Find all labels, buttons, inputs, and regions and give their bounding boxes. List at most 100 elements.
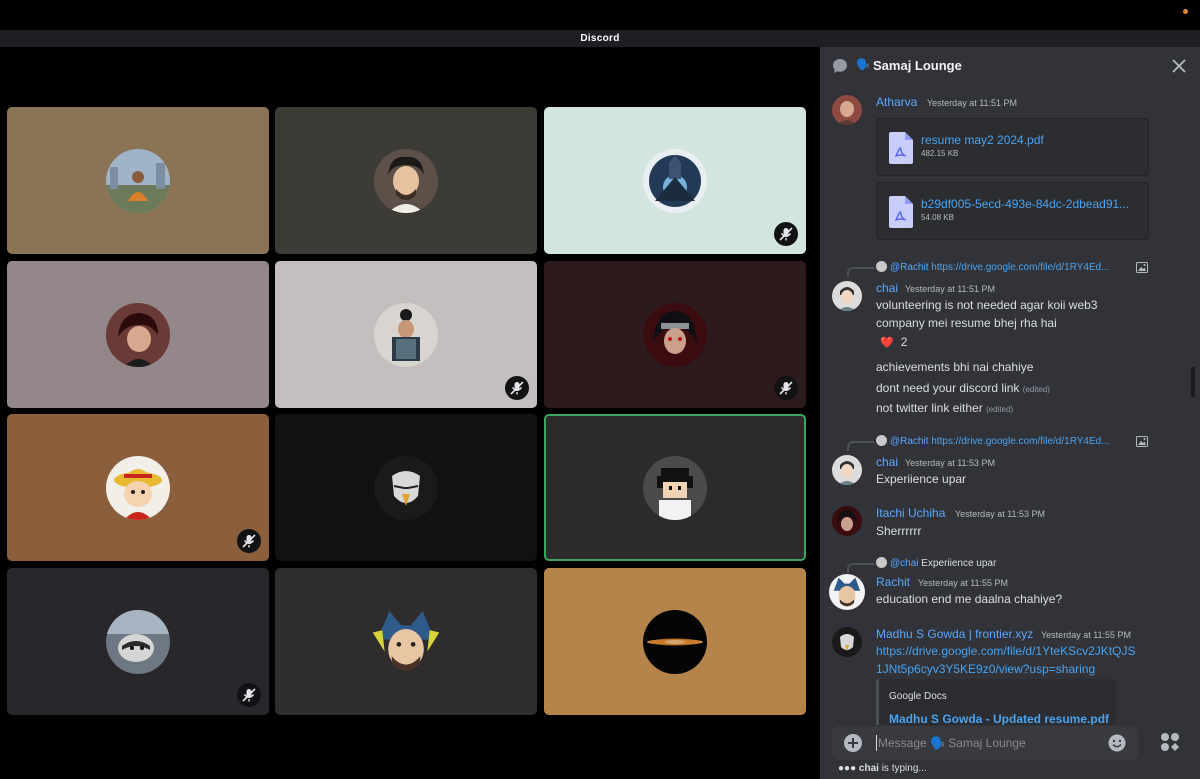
embed-provider: Google Docs bbox=[889, 691, 947, 702]
timestamp: Yesterday at 11:51 PM bbox=[905, 284, 996, 294]
message-list: Atharva Yesterday at 11:51 PM resume may… bbox=[820, 87, 1200, 725]
participant-tile[interactable] bbox=[7, 568, 269, 715]
pdf-file-icon bbox=[889, 132, 913, 164]
raccoon-avatar bbox=[106, 609, 170, 674]
message-body: not twitter link either bbox=[876, 401, 983, 415]
file-size: 54.08 KB bbox=[921, 213, 954, 222]
reply-connector bbox=[847, 267, 874, 277]
add-attachment-icon[interactable] bbox=[844, 734, 862, 752]
message-composer[interactable]: Message 🗣️ Samaj Lounge bbox=[832, 726, 1138, 760]
reply-preview[interactable]: @chai Experiience upar bbox=[876, 557, 996, 569]
participant-tile[interactable] bbox=[544, 107, 806, 254]
cartoon-man-avatar bbox=[374, 148, 438, 213]
participant-tile[interactable] bbox=[544, 261, 806, 408]
edited-tag: (edited) bbox=[986, 405, 1014, 414]
eagle-avatar bbox=[374, 455, 438, 520]
message-link[interactable]: https://drive.google.com/file/d/1YteKScv… bbox=[876, 644, 1135, 658]
reaction-heart[interactable]: ❤️ 2 bbox=[874, 332, 913, 352]
channel-name: Samaj Lounge bbox=[873, 58, 962, 73]
reply-connector bbox=[847, 563, 874, 573]
chat-panel: 🗣️ Samaj Lounge Atharva Yesterday at 11:… bbox=[820, 47, 1200, 779]
message-text: Sherrrrrr bbox=[876, 524, 922, 538]
timestamp: Yesterday at 11:55 PM bbox=[918, 578, 1009, 588]
participant-tile[interactable] bbox=[7, 414, 269, 561]
file-attachment[interactable]: b29df005-5ecd-493e-84dc-2dbead91... 54.0… bbox=[876, 182, 1149, 240]
participant-tile[interactable] bbox=[275, 568, 537, 715]
author-name[interactable]: Itachi Uchiha bbox=[876, 506, 945, 520]
typing-suffix: is typing... bbox=[881, 763, 927, 774]
avatar[interactable] bbox=[829, 574, 865, 610]
emoji-icon[interactable] bbox=[1108, 734, 1126, 752]
participant-tile[interactable] bbox=[275, 261, 537, 408]
person-book-avatar bbox=[374, 302, 438, 367]
message-text: Experiience upar bbox=[876, 472, 967, 486]
reply-author: @Rachit bbox=[890, 436, 929, 447]
message-link[interactable]: 1JNt5p6cyv3Y5KE9z0/view?usp=sharing bbox=[876, 662, 1095, 676]
rachit-mascot-avatar bbox=[368, 603, 444, 680]
message-text: education end me daalna chahiye? bbox=[876, 592, 1063, 606]
author-name[interactable]: Atharva bbox=[876, 95, 917, 109]
link-embed[interactable]: Google Docs Madhu S Gowda - Updated resu… bbox=[876, 679, 1116, 725]
close-icon[interactable] bbox=[1172, 59, 1186, 73]
reply-avatar bbox=[876, 435, 887, 446]
reply-preview[interactable]: @Rachit https://drive.google.com/file/d/… bbox=[876, 261, 1110, 273]
channel-emoji: 🗣️ bbox=[856, 59, 870, 71]
author-name[interactable]: chai bbox=[876, 455, 898, 469]
reply-avatar bbox=[876, 261, 887, 272]
timestamp: Yesterday at 11:55 PM bbox=[1041, 630, 1132, 640]
avatar[interactable] bbox=[832, 627, 862, 657]
author-name[interactable]: Rachit bbox=[876, 575, 910, 589]
participant-tile[interactable] bbox=[7, 107, 269, 254]
embed-title[interactable]: Madhu S Gowda - Updated resume.pdf bbox=[889, 712, 1109, 725]
image-icon bbox=[1136, 262, 1148, 273]
chat-header: 🗣️ Samaj Lounge bbox=[820, 47, 1200, 85]
avatar[interactable] bbox=[832, 455, 862, 485]
reply-text: https://drive.google.com/file/d/1RY4Ed..… bbox=[931, 262, 1110, 273]
message-text: dont need your discord link (edited) bbox=[876, 381, 1050, 395]
timestamp: Yesterday at 11:53 PM bbox=[905, 458, 996, 468]
edited-tag: (edited) bbox=[1022, 385, 1050, 394]
reply-connector bbox=[847, 441, 874, 451]
message-text: volunteering is not needed agar koii web… bbox=[876, 298, 1098, 312]
file-size: 482.15 KB bbox=[921, 149, 959, 158]
pdf-file-icon bbox=[889, 196, 913, 228]
participant-tile[interactable] bbox=[544, 568, 806, 715]
pixel-boy-avatar bbox=[643, 455, 707, 520]
participant-tile-speaking[interactable] bbox=[544, 414, 806, 561]
participant-tile[interactable] bbox=[275, 107, 537, 254]
reply-avatar bbox=[876, 557, 887, 568]
file-attachment[interactable]: resume may2 2024.pdf 482.15 KB bbox=[876, 118, 1149, 176]
eclipse-avatar bbox=[643, 609, 707, 674]
muted-mic-icon bbox=[505, 376, 529, 400]
muted-mic-icon bbox=[237, 529, 261, 553]
muted-mic-icon bbox=[774, 222, 798, 246]
message-input[interactable]: Message 🗣️ Samaj Lounge bbox=[878, 736, 1026, 750]
apps-icon[interactable] bbox=[1160, 732, 1180, 752]
person-city-avatar bbox=[106, 148, 170, 213]
avatar[interactable] bbox=[832, 95, 862, 125]
timestamp: Yesterday at 11:53 PM bbox=[955, 509, 1046, 519]
author-name[interactable]: Madhu S Gowda | frontier.xyz bbox=[876, 627, 1033, 641]
scrollbar[interactable] bbox=[1191, 367, 1195, 397]
muted-mic-icon bbox=[237, 683, 261, 707]
file-name[interactable]: b29df005-5ecd-493e-84dc-2dbead91... bbox=[921, 197, 1141, 211]
participant-tile[interactable] bbox=[275, 414, 537, 561]
anime-warrior-avatar bbox=[643, 148, 707, 213]
image-icon bbox=[1136, 436, 1148, 447]
reply-text: Experiience upar bbox=[921, 558, 997, 569]
anime-red-hair-avatar bbox=[106, 302, 170, 367]
message-text: company mei resume bhej rha hai bbox=[876, 316, 1057, 330]
itachi-avatar bbox=[643, 302, 707, 367]
author-name[interactable]: chai bbox=[876, 281, 898, 295]
avatar[interactable] bbox=[832, 506, 862, 536]
reply-preview[interactable]: @Rachit https://drive.google.com/file/d/… bbox=[876, 435, 1110, 447]
text-caret bbox=[876, 735, 877, 751]
window-title: Discord bbox=[0, 30, 1200, 47]
avatar[interactable] bbox=[832, 281, 862, 311]
heart-icon: ❤️ bbox=[880, 337, 894, 349]
participant-tile[interactable] bbox=[7, 261, 269, 408]
reply-text: https://drive.google.com/file/d/1RY4Ed..… bbox=[931, 436, 1110, 447]
status-dot bbox=[1183, 9, 1188, 14]
voice-stage bbox=[0, 47, 812, 779]
file-name[interactable]: resume may2 2024.pdf bbox=[921, 133, 1141, 147]
